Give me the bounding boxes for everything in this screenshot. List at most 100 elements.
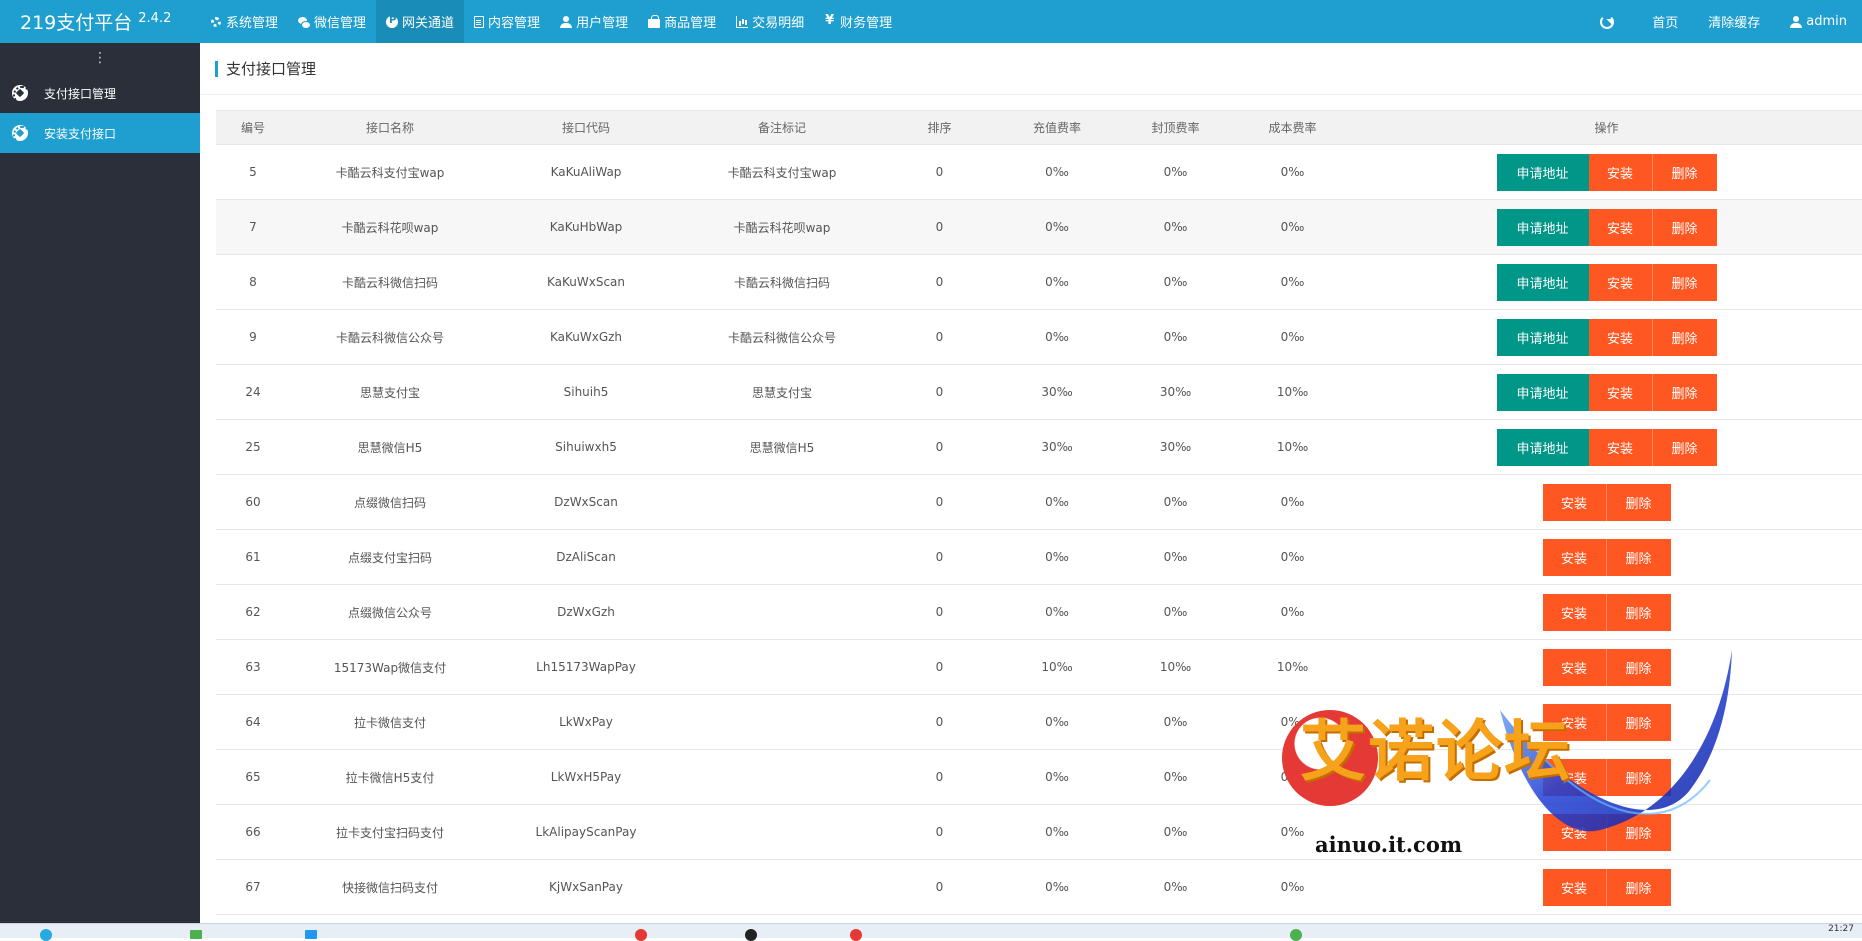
cell-name: 卡酷云科花呗wap: [290, 199, 490, 255]
cell-name: 思慧支付宝: [290, 364, 490, 420]
cell-remark: [682, 474, 882, 530]
cell-cap-rate: 0‰: [1117, 694, 1234, 750]
apply-address-button[interactable]: 申请地址: [1496, 208, 1589, 246]
sidebar-item-install-payment-interface[interactable]: 安装支付接口: [0, 113, 200, 153]
delete-button[interactable]: 删除: [1652, 263, 1717, 301]
install-button[interactable]: 安装: [1588, 318, 1653, 356]
column-header-recharge-rate: 充值费率: [997, 110, 1117, 145]
page-title: 支付接口管理: [215, 60, 316, 77]
install-button[interactable]: 安装: [1588, 373, 1653, 411]
row-actions: 安装 删除: [1351, 593, 1862, 631]
cell-id: 66: [216, 804, 290, 860]
install-button[interactable]: 安装: [1542, 593, 1607, 631]
cell-sort: 0: [882, 309, 997, 365]
cell-remark: [682, 859, 882, 915]
apply-address-button[interactable]: 申请地址: [1496, 153, 1589, 191]
nav-item-content[interactable]: 内容管理: [464, 0, 550, 43]
nav-item-products[interactable]: 商品管理: [638, 0, 726, 43]
delete-button[interactable]: 删除: [1606, 593, 1671, 631]
column-header-id: 编号: [216, 110, 290, 145]
cell-sort: 0: [882, 804, 997, 860]
nav-label: 商品管理: [664, 16, 717, 31]
apply-address-button[interactable]: 申请地址: [1496, 373, 1589, 411]
delete-button[interactable]: 删除: [1652, 428, 1717, 466]
table-row: 7 卡酷云科花呗wap KaKuHbWap 卡酷云科花呗wap 0 0‰ 0‰ 0‰ 申请地址安…: [216, 199, 1862, 255]
wechat-icon: [298, 16, 311, 28]
apply-address-button[interactable]: 申请地址: [1496, 263, 1589, 301]
cell-actions: 安装 删除: [1351, 529, 1862, 585]
taskbar-app-icon[interactable]: [850, 929, 862, 941]
taskbar-app-icon[interactable]: [40, 929, 52, 941]
cell-recharge-rate: 30‰: [997, 419, 1117, 475]
cell-sort: 0: [882, 859, 997, 915]
cell-code: KaKuAliWap: [490, 144, 682, 200]
taskbar-app-icon[interactable]: [1290, 929, 1302, 941]
delete-button[interactable]: 删除: [1652, 208, 1717, 246]
cell-id: 65: [216, 749, 290, 805]
cell-cap-rate: 30‰: [1117, 364, 1234, 420]
nav-item-system[interactable]: 系统管理: [200, 0, 288, 43]
row-actions: 安装 删除: [1351, 538, 1862, 576]
install-button[interactable]: 安装: [1588, 208, 1653, 246]
cell-sort: 0: [882, 419, 997, 475]
delete-button[interactable]: 删除: [1652, 318, 1717, 356]
table-row: 25 思慧微信H5 Sihuiwxh5 思慧微信H5 0 30‰ 30‰ 10‰ 申请地址 安装删…: [216, 419, 1862, 475]
brand[interactable]: 219支付平台 2.4.2: [0, 8, 200, 35]
nav-item-transactions[interactable]: 交易明细: [726, 0, 814, 43]
delete-button[interactable]: 删除: [1652, 153, 1717, 191]
cell-cap-rate: 0‰: [1117, 804, 1234, 860]
nav-item-wechat[interactable]: 微信管理: [288, 0, 376, 43]
cell-id: 60: [216, 474, 290, 530]
apply-address-button[interactable]: 申请地址: [1496, 428, 1589, 466]
row-actions: 申请地址 安装 删除: [1351, 263, 1862, 301]
cell-actions: 申请地址 安装 删除: [1351, 199, 1862, 255]
clear-cache-link[interactable]: 清除缓存: [1693, 12, 1775, 31]
install-button[interactable]: 安装: [1588, 263, 1653, 301]
sidebar-toggle[interactable]: ⋮: [0, 43, 200, 73]
refresh-button[interactable]: [1577, 14, 1637, 29]
taskbar-app-icon[interactable]: [635, 929, 647, 941]
delete-button[interactable]: 删除: [1652, 373, 1717, 411]
cell-recharge-rate: 0‰: [997, 474, 1117, 530]
apply-address-button[interactable]: 申请地址: [1496, 318, 1589, 356]
delete-button[interactable]: 删除: [1606, 483, 1671, 521]
nav-item-users[interactable]: 用户管理: [550, 0, 638, 43]
table-row: 61 点缀支付宝扫码 DzAliScan 0 0‰ 0‰ 0‰ 安装 删除: [216, 529, 1862, 585]
cell-code: KaKuWxGzh: [490, 309, 682, 365]
install-button[interactable]: 安装: [1542, 538, 1607, 576]
taskbar-app-icon[interactable]: [745, 929, 757, 941]
cell-id: 25: [216, 419, 290, 475]
cell-actions: 安装 删除: [1351, 584, 1862, 640]
sidebar-item-label: 安装支付接口: [44, 126, 117, 141]
nav-item-finance[interactable]: 财务管理: [814, 0, 902, 43]
delete-button[interactable]: 删除: [1606, 538, 1671, 576]
nav-item-gateway[interactable]: 网关通道: [376, 0, 465, 43]
install-button[interactable]: 安装: [1542, 483, 1607, 521]
soccer-ball-icon: [12, 85, 31, 104]
install-button[interactable]: 安装: [1588, 428, 1653, 466]
nav-label: 用户管理: [576, 16, 629, 31]
cell-sort: 0: [882, 749, 997, 805]
cell-name: 卡酷云科微信扫码: [290, 254, 490, 310]
cell-cost-rate: 0‰: [1234, 529, 1351, 585]
cell-cap-rate: 0‰: [1117, 144, 1234, 200]
taskbar-clock: 21:27: [1828, 924, 1854, 934]
cell-name: 拉卡微信支付: [290, 694, 490, 750]
cell-id: 8: [216, 254, 290, 310]
cell-remark: 卡酷云科支付宝wap: [682, 144, 882, 200]
cell-code: DzWxScan: [490, 474, 682, 530]
user-menu[interactable]: admin: [1775, 14, 1862, 29]
cell-cap-rate: 30‰: [1117, 419, 1234, 475]
cell-sort: 0: [882, 474, 997, 530]
cell-remark: 思慧支付宝: [682, 364, 882, 420]
install-button[interactable]: 安装: [1588, 153, 1653, 191]
cell-code: KjWxSanPay: [490, 859, 682, 915]
bar-chart-icon: [736, 15, 749, 28]
cell-sort: 0: [882, 694, 997, 750]
cell-cap-rate: 0‰: [1117, 254, 1234, 310]
home-link[interactable]: 首页: [1637, 12, 1693, 31]
cell-cap-rate: 10‰: [1117, 639, 1234, 695]
watermark-text: 艾诺论坛: [1300, 713, 1572, 790]
username: admin: [1806, 14, 1847, 29]
sidebar-item-payment-interface-management[interactable]: 支付接口管理: [0, 73, 200, 113]
